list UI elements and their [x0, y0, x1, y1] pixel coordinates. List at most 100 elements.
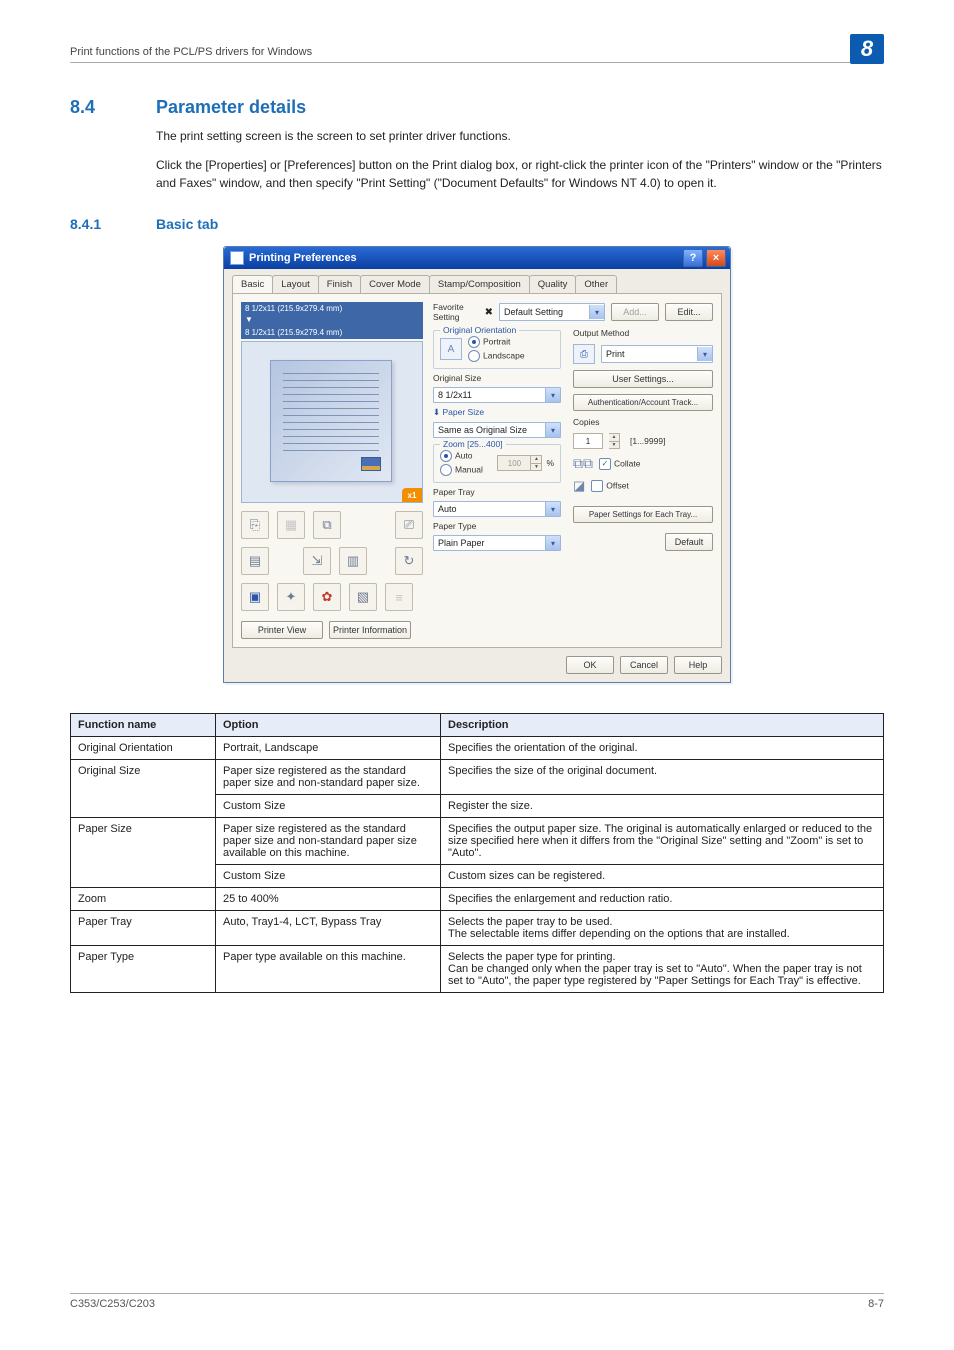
tab-cover-mode[interactable]: Cover Mode	[360, 275, 430, 293]
section-paragraph-2: Click the [Properties] or [Preferences] …	[156, 157, 884, 192]
paper-size-label: ⬇ Paper Size	[433, 407, 561, 418]
preview-size-label-1: 8 1/2x11 (215.9x279.4 mm)	[241, 302, 423, 315]
tool-cover-icon[interactable]: ▣	[241, 583, 269, 611]
offset-checkbox[interactable]: Offset	[591, 480, 629, 492]
tool-staple-icon[interactable]: ⎚	[395, 511, 423, 539]
zoom-value-input[interactable]: 100	[497, 455, 531, 471]
tab-finish[interactable]: Finish	[318, 275, 361, 293]
tool-duplex-icon[interactable]: ⧉	[313, 511, 341, 539]
function-table: Function name Option Description Origina…	[70, 713, 884, 993]
favorite-edit-button[interactable]: Edit...	[665, 303, 713, 321]
table-cell-opt: 25 to 400%	[216, 888, 441, 911]
collate-checkbox[interactable]: Collate	[599, 458, 640, 470]
section-title: Parameter details	[156, 97, 306, 118]
original-size-dropdown[interactable]: 8 1/2x11▾	[433, 387, 561, 403]
zoom-manual-radio[interactable]: Manual	[440, 464, 483, 476]
tool-booklet-icon[interactable]: ▤	[241, 547, 269, 575]
section-number: 8.4	[70, 97, 130, 118]
tool-overlay-icon[interactable]: ▧	[349, 583, 377, 611]
favorite-icon: ✖	[485, 307, 493, 318]
th-function-name: Function name	[71, 714, 216, 737]
paper-tray-dropdown[interactable]: Auto▾	[433, 501, 561, 517]
tool-rotate-icon[interactable]: ↻	[395, 547, 423, 575]
dialog-tabs: Basic Layout Finish Cover Mode Stamp/Com…	[224, 269, 730, 293]
copies-label: Copies	[573, 417, 713, 427]
printer-information-button[interactable]: Printer Information	[329, 621, 411, 639]
paper-type-label: Paper Type	[433, 521, 561, 531]
orientation-icon: A	[440, 338, 462, 360]
paper-type-dropdown[interactable]: Plain Paper▾	[433, 535, 561, 551]
tool-watermark-icon[interactable]: ✦	[277, 583, 305, 611]
table-cell-desc: Specifies the output paper size. The ori…	[441, 818, 884, 865]
subsection-title: Basic tab	[156, 216, 218, 232]
tool-nup-icon[interactable]: ▦	[277, 511, 305, 539]
page-preview: x1	[241, 341, 423, 503]
output-method-label: Output Method	[573, 328, 713, 338]
table-cell-desc: Register the size.	[441, 795, 884, 818]
tab-stamp-composition[interactable]: Stamp/Composition	[429, 275, 530, 293]
offset-icon: ◪	[573, 478, 585, 494]
copies-range-label: [1...9999]	[630, 436, 665, 446]
subsection-number: 8.4.1	[70, 216, 130, 232]
tool-quality-icon[interactable]: ≡	[385, 583, 413, 611]
table-cell-desc: Specifies the size of the original docum…	[441, 760, 884, 795]
tool-shift-icon[interactable]: ⇲	[303, 547, 331, 575]
tool-fold-icon[interactable]: ▥	[339, 547, 367, 575]
tool-output-icon[interactable]: ⎘	[241, 511, 269, 539]
table-cell-opt: Paper type available on this machine.	[216, 946, 441, 993]
collate-icon: ⧉⧉	[573, 455, 593, 472]
tab-quality[interactable]: Quality	[529, 275, 577, 293]
auth-account-track-button[interactable]: Authentication/Account Track...	[573, 394, 713, 411]
output-method-icon: ⎙	[573, 344, 595, 364]
table-cell-fn: Paper Tray	[71, 911, 216, 946]
table-cell-opt: Paper size registered as the standard pa…	[216, 818, 441, 865]
th-option: Option	[216, 714, 441, 737]
favorite-setting-label: Favorite Setting	[433, 302, 473, 322]
default-button[interactable]: Default	[665, 533, 713, 551]
table-cell-fn: Original Size	[71, 760, 216, 818]
printing-preferences-dialog: Printing Preferences ? × Basic Layout Fi…	[223, 246, 731, 683]
zoom-percent-label: %	[546, 458, 554, 468]
portrait-radio[interactable]: Portrait	[468, 336, 525, 348]
tab-layout[interactable]: Layout	[272, 275, 319, 293]
tab-basic[interactable]: Basic	[232, 275, 273, 293]
preview-size-label-2: 8 1/2x11 (215.9x279.4 mm)	[241, 326, 423, 339]
favorite-setting-dropdown[interactable]: Default Setting▾	[499, 303, 605, 321]
table-cell-opt: Paper size registered as the standard pa…	[216, 760, 441, 795]
tool-security-icon[interactable]: ✿	[313, 583, 341, 611]
table-cell-desc: Specifies the enlargement and reduction …	[441, 888, 884, 911]
zoom-spinner[interactable]: ▲▼	[531, 455, 542, 471]
favorite-add-button[interactable]: Add...	[611, 303, 659, 321]
footer-model: C353/C253/C203	[70, 1298, 155, 1310]
table-cell-opt: Auto, Tray1-4, LCT, Bypass Tray	[216, 911, 441, 946]
table-cell-fn: Paper Type	[71, 946, 216, 993]
zoom-group: Zoom [25...400] Auto Manual 100 ▲▼ %	[433, 444, 561, 483]
output-method-dropdown[interactable]: Print▾	[601, 345, 713, 363]
landscape-radio[interactable]: Landscape	[468, 350, 525, 362]
paper-settings-each-tray-button[interactable]: Paper Settings for Each Tray...	[573, 506, 713, 523]
chapter-number-badge: 8	[850, 34, 884, 64]
ok-button[interactable]: OK	[566, 656, 614, 674]
paper-size-dropdown[interactable]: Same as Original Size▾	[433, 422, 561, 438]
table-cell-fn: Zoom	[71, 888, 216, 911]
printer-view-button[interactable]: Printer View	[241, 621, 323, 639]
table-cell-fn: Paper Size	[71, 818, 216, 888]
copies-input[interactable]: 1	[573, 433, 603, 449]
zoom-auto-radio[interactable]: Auto	[440, 450, 483, 462]
table-cell-opt: Portrait, Landscape	[216, 737, 441, 760]
dialog-title: Printing Preferences	[249, 252, 357, 264]
help-button[interactable]: Help	[674, 656, 722, 674]
flag-icon	[361, 457, 381, 471]
tab-other[interactable]: Other	[575, 275, 617, 293]
dialog-titlebar[interactable]: Printing Preferences ? ×	[224, 247, 730, 269]
titlebar-close-button[interactable]: ×	[706, 249, 726, 267]
titlebar-help-button[interactable]: ?	[683, 249, 703, 267]
running-header: Print functions of the PCL/PS drivers fo…	[70, 46, 312, 58]
table-cell-opt: Custom Size	[216, 795, 441, 818]
user-settings-button[interactable]: User Settings...	[573, 370, 713, 388]
cancel-button[interactable]: Cancel	[620, 656, 668, 674]
paper-tray-label: Paper Tray	[433, 487, 561, 497]
copies-spinner[interactable]: ▲▼	[609, 433, 620, 449]
original-size-label: Original Size	[433, 373, 561, 383]
section-paragraph-1: The print setting screen is the screen t…	[156, 128, 884, 145]
